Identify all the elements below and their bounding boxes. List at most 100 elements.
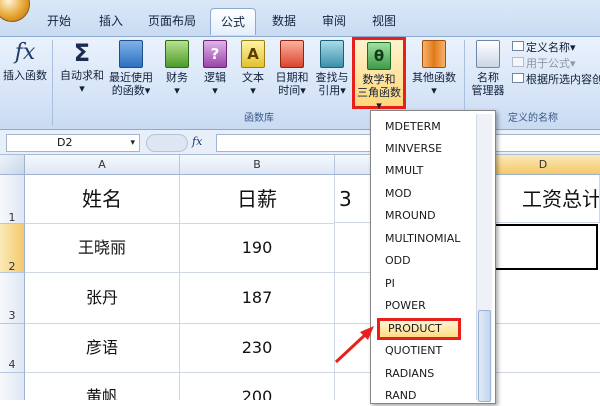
cell-a3[interactable]: 张丹 (25, 273, 180, 324)
lookup-reference-label-1: 查找与 (315, 71, 349, 84)
name-manager-button[interactable]: 名称 管理器 (468, 40, 508, 104)
tab-insert[interactable]: 插入 (88, 8, 134, 34)
chevron-down-icon: ▾ (570, 41, 576, 54)
use-in-formula-button[interactable]: 用于公式▾ (512, 56, 600, 72)
financial-button[interactable]: 财务 ▾ (160, 40, 194, 104)
menu-item-mmult[interactable]: MMULT (385, 161, 423, 181)
row-header-2[interactable]: 2 (0, 224, 25, 273)
column-header-a[interactable]: A (25, 155, 180, 174)
chevron-down-icon: ▾ (174, 84, 180, 97)
tab-review[interactable]: 审阅 (312, 8, 356, 34)
cell-a1[interactable]: 姓名 (25, 175, 180, 224)
chevron-down-icon: ▾ (130, 138, 135, 148)
create-from-selection-icon (512, 73, 524, 83)
cell-b3[interactable]: 187 (180, 273, 335, 324)
autosum-label: 自动求和 (60, 69, 104, 82)
insert-function-label: 插入函数 (3, 69, 47, 82)
sigma-icon: Σ (73, 39, 91, 67)
row-header-5[interactable] (0, 373, 25, 400)
chevron-down-icon: ▾ (212, 84, 218, 97)
fx-icon: fx (14, 40, 36, 65)
tab-formulas[interactable]: 公式 (210, 8, 256, 35)
book-coin-icon (165, 40, 189, 68)
logical-label: 逻辑 (204, 71, 226, 84)
math-trig-label-1: 数学和 (362, 73, 396, 86)
cell-b5[interactable]: 200 (180, 373, 335, 400)
menu-item-mdeterm[interactable]: MDETERM (385, 117, 441, 137)
define-name-icon (512, 41, 524, 51)
more-functions-button[interactable]: 其他函数 ▾ (410, 40, 458, 104)
menu-item-rand[interactable]: RAND (385, 386, 416, 403)
cell-d4[interactable] (486, 324, 600, 373)
chevron-down-icon: ▾ (431, 84, 437, 97)
chevron-down-icon: ▾ (570, 57, 576, 70)
row-header-1[interactable]: 1 (0, 175, 25, 224)
formula-bar-splitter[interactable] (146, 134, 188, 152)
group-separator (52, 40, 53, 126)
tab-view[interactable]: 视图 (362, 8, 406, 34)
insert-function-button[interactable]: fx 插入函数 (2, 40, 48, 104)
books-stack-icon (422, 40, 446, 68)
create-from-selection-button[interactable]: 根据所选内容创建 (512, 72, 600, 88)
book-clock-icon (280, 40, 304, 68)
row-header-4[interactable]: 4 (0, 324, 25, 373)
math-trig-button[interactable]: θ 数学和 三角函数▾ (352, 37, 406, 112)
tab-home[interactable]: 开始 (36, 8, 82, 34)
recent-functions-label-2: 的函数 (111, 84, 145, 97)
chevron-down-icon: ▾ (144, 84, 151, 97)
cell-a2[interactable]: 王晓丽 (25, 224, 180, 273)
book-star-icon (119, 40, 143, 68)
name-box-value: D2 (57, 136, 73, 149)
date-time-label-2: 时间 (278, 84, 301, 97)
menu-item-multinomial[interactable]: MULTINOMIAL (385, 229, 460, 249)
column-header-b[interactable]: B (180, 155, 335, 174)
cell-b1[interactable]: 日薪 (180, 175, 335, 224)
defined-names-small-buttons: 定义名称▾ 用于公式▾ 根据所选内容创建 (512, 40, 600, 88)
menu-item-power[interactable]: POWER (385, 296, 426, 316)
menu-item-mod[interactable]: MOD (385, 184, 412, 204)
define-name-button[interactable]: 定义名称▾ (512, 40, 600, 56)
cell-d3[interactable] (486, 273, 600, 324)
cell-d5[interactable] (486, 373, 600, 400)
math-trig-label-2: 三角函数 (357, 86, 401, 99)
menu-item-mround[interactable]: MROUND (385, 206, 436, 226)
chevron-down-icon: ▾ (250, 84, 256, 97)
name-box[interactable]: D2 ▾ (6, 134, 140, 152)
lookup-reference-label-2: 引用 (318, 84, 341, 97)
chevron-down-icon: ▾ (79, 82, 85, 95)
name-manager-label-2: 管理器 (471, 84, 505, 97)
dropdown-scrollbar-thumb[interactable] (478, 310, 491, 402)
create-from-selection-label: 根据所选内容创建 (526, 73, 600, 86)
text-functions-button[interactable]: A 文本 ▾ (236, 40, 270, 104)
lookup-reference-button[interactable]: 查找与 引用▾ (312, 40, 352, 104)
cell-b2[interactable]: 190 (180, 224, 335, 273)
menu-item-radians[interactable]: RADIANS (385, 364, 434, 384)
select-all-corner[interactable] (0, 155, 25, 174)
menu-item-odd[interactable]: ODD (385, 251, 411, 271)
column-header-d[interactable]: D (486, 155, 600, 174)
financial-label: 财务 (166, 71, 188, 84)
date-time-button[interactable]: 日期和 时间▾ (272, 40, 312, 104)
cell-d1[interactable]: 工资总计 (486, 175, 600, 223)
menu-item-minverse[interactable]: MINVERSE (385, 139, 442, 159)
fx-icon[interactable]: fx (192, 134, 214, 150)
chevron-down-icon: ▾ (300, 84, 306, 97)
menu-item-pi[interactable]: PI (385, 274, 395, 294)
name-manager-label-1: 名称 (477, 71, 499, 84)
menu-item-product-highlighted[interactable]: PRODUCT (377, 318, 461, 340)
tab-data[interactable]: 数据 (262, 8, 306, 34)
menu-item-quotient[interactable]: QUOTIENT (385, 341, 442, 361)
text-functions-label: 文本 (242, 71, 264, 84)
define-name-label: 定义名称 (526, 41, 570, 54)
recent-functions-button[interactable]: 最近使用 的函数▾ (106, 40, 156, 104)
book-question-icon: ? (203, 40, 227, 68)
row-header-3[interactable]: 3 (0, 273, 25, 324)
cell-d2-selected[interactable] (486, 224, 598, 270)
cell-b4[interactable]: 230 (180, 324, 335, 373)
cell-a4[interactable]: 彦语 (25, 324, 180, 373)
cell-a5[interactable]: 黄帆 (25, 373, 180, 400)
logical-button[interactable]: ? 逻辑 ▾ (198, 40, 232, 104)
autosum-button[interactable]: Σ 自动求和 ▾ (58, 40, 106, 104)
date-time-label-1: 日期和 (275, 71, 309, 84)
tab-page-layout[interactable]: 页面布局 (140, 8, 204, 34)
